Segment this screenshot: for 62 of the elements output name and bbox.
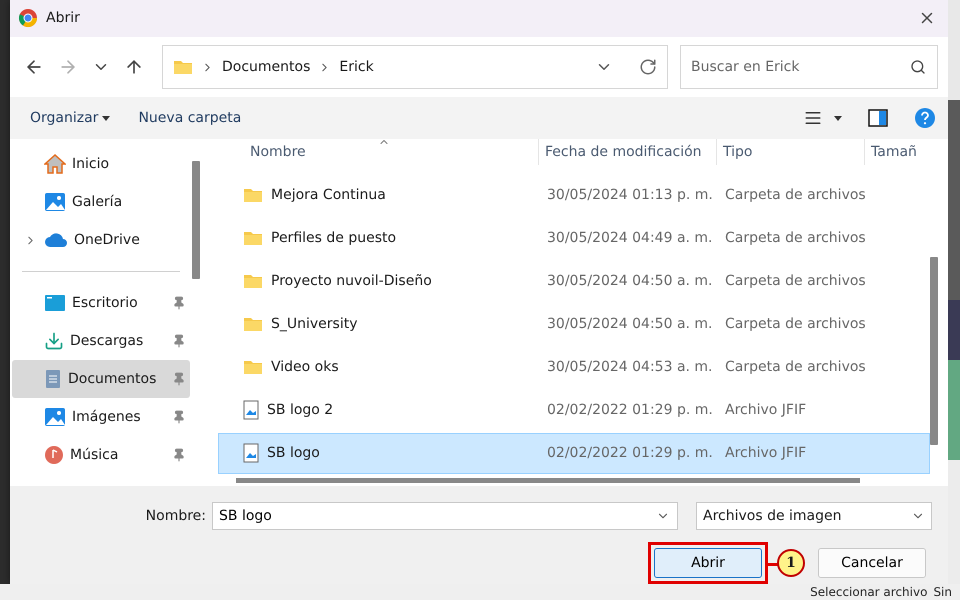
image-file-icon — [243, 443, 259, 463]
column-header[interactable]: Fecha de modificación — [538, 139, 716, 164]
file-row[interactable]: Perfiles de puesto 30/05/2024 04:49 a. m. Carpeta de archivos — [218, 218, 930, 258]
caret-icon — [102, 116, 110, 121]
step-marker: 1 — [777, 549, 805, 577]
background-text: Seleccionar archivo — [810, 585, 928, 599]
browser-logo-icon — [18, 8, 38, 28]
new-folder-button[interactable]: Nueva carpeta — [130, 106, 250, 130]
search-field[interactable]: Buscar en Erick — [680, 45, 938, 90]
open-button[interactable]: Abrir — [654, 548, 762, 578]
folder-icon — [173, 59, 193, 76]
file-name-label: Nombre: — [146, 508, 206, 524]
refresh-icon[interactable] — [639, 58, 657, 76]
cancel-button[interactable]: Cancelar — [818, 548, 926, 578]
music-icon — [44, 445, 64, 465]
sidebar-item[interactable]: Imágenes — [12, 398, 190, 436]
image-file-icon — [243, 400, 259, 420]
file-row[interactable]: SB logo 02/02/2022 01:29 p. m. Archivo JFIF — [218, 432, 930, 474]
folder-icon — [243, 187, 263, 203]
sidebar-item[interactable]: Inicio — [12, 145, 190, 183]
file-row[interactable]: S_University 30/05/2024 04:50 a. m. Carpeta de archivos — [218, 304, 930, 344]
sidebar-item[interactable]: OneDrive — [12, 221, 190, 259]
pin-icon — [172, 334, 186, 348]
file-type-dropdown[interactable]: Archivos de imagen — [696, 502, 932, 530]
sidebar-item[interactable]: Música — [12, 436, 190, 474]
background-text: Sin — [933, 585, 952, 599]
organize-button[interactable]: Organizar — [22, 106, 118, 130]
sidebar-item[interactable]: Documentos — [12, 360, 190, 398]
window-title: Abrir — [46, 10, 81, 26]
desktop-icon — [44, 294, 66, 312]
column-header[interactable]: Tamañ — [864, 139, 930, 164]
sidebar-item[interactable]: Galería — [12, 183, 190, 221]
breadcrumb-item[interactable]: Documentos — [222, 59, 310, 76]
document-icon — [44, 369, 62, 389]
pin-icon — [172, 448, 186, 462]
sidebar-item[interactable]: Escritorio — [12, 284, 190, 322]
pin-icon — [172, 296, 186, 310]
file-name-field[interactable]: SB logo — [212, 502, 678, 530]
picture-icon — [44, 192, 66, 212]
picture-icon — [44, 407, 66, 427]
folder-icon — [243, 359, 263, 375]
breadcrumb-item[interactable]: Erick — [339, 59, 374, 76]
file-row[interactable]: Video oks 30/05/2024 04:53 a. m. Carpeta de archivos — [218, 346, 930, 388]
preview-pane-icon[interactable] — [868, 109, 888, 128]
pin-icon — [172, 372, 186, 386]
folder-icon — [243, 273, 263, 289]
caret-icon[interactable] — [834, 116, 842, 121]
address-bar[interactable]: Documentos Erick — [162, 45, 668, 90]
sidebar-item[interactable]: Descargas — [12, 322, 190, 360]
file-row[interactable]: Proyecto nuvoil-Diseño 30/05/2024 04:50 a. m. Carpeta de archivos — [218, 260, 930, 302]
pin-icon — [172, 410, 186, 424]
file-row[interactable]: Mejora Continua 30/05/2024 01:13 p. m. Carpeta de archivos — [218, 174, 930, 216]
file-row[interactable]: SB logo 2 02/02/2022 01:29 p. m. Archivo JFIF — [218, 390, 930, 430]
folder-icon — [243, 316, 263, 332]
house-icon — [44, 154, 66, 174]
help-icon[interactable] — [914, 107, 936, 130]
download-icon — [44, 331, 64, 351]
column-header[interactable]: Nombre — [218, 139, 538, 164]
folder-icon — [243, 230, 263, 246]
cloud-icon — [44, 232, 68, 248]
column-header[interactable]: Tipo — [716, 139, 864, 164]
search-icon — [910, 59, 926, 76]
